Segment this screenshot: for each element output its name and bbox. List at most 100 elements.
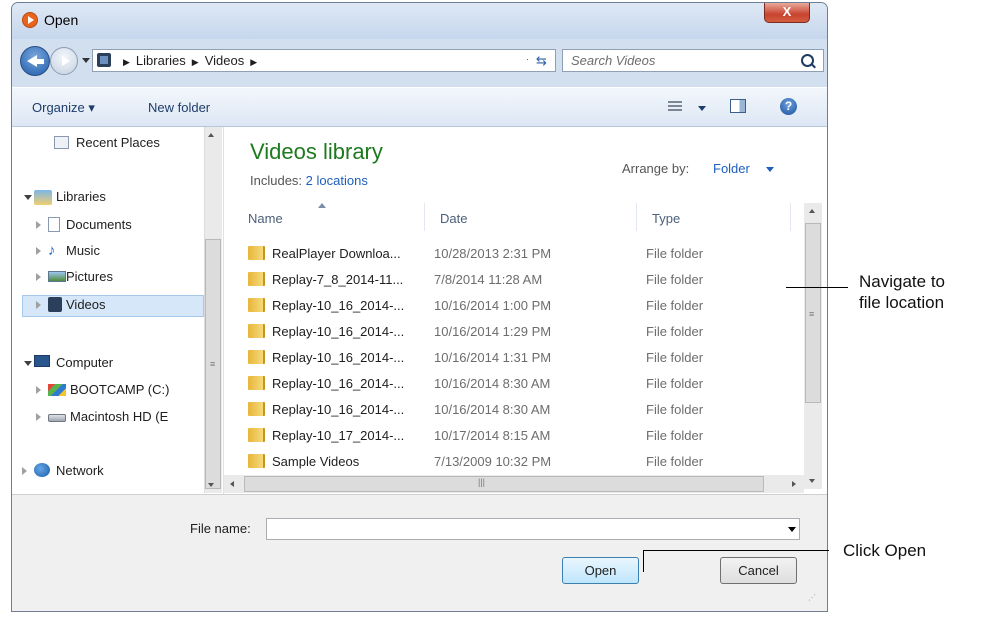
windows-drive-icon [48, 384, 66, 396]
folder-icon [248, 376, 265, 390]
scroll-down-icon[interactable] [208, 483, 214, 487]
resize-grip-icon[interactable]: ⋰ [808, 593, 816, 602]
open-button[interactable]: Open [562, 557, 639, 584]
title-bar: Open X [12, 3, 827, 39]
expand-arrow-icon[interactable] [36, 273, 41, 281]
column-date[interactable]: Date [440, 211, 467, 226]
file-name: Sample Videos [272, 454, 360, 469]
breadcrumb-libraries[interactable]: Libraries [136, 53, 186, 68]
refresh-button[interactable]: ⇆ [528, 49, 556, 72]
file-name: Replay-10_16_2014-... [272, 350, 405, 365]
file-row[interactable]: Replay-7_8_2014-11... 7/8/2014 11:28 AM Fi… [240, 269, 798, 291]
file-name-input[interactable] [266, 518, 800, 540]
sort-ascending-icon [318, 203, 326, 208]
cancel-button[interactable]: Cancel [720, 557, 797, 584]
file-name: Replay-7_8_2014-11... [272, 272, 404, 287]
forward-button[interactable] [50, 47, 78, 75]
folder-icon [248, 402, 265, 416]
file-row[interactable]: Replay-10_16_2014-... 10/16/2014 1:31 PM F… [240, 347, 798, 369]
arrange-by-dropdown[interactable]: Folder [713, 161, 750, 176]
library-includes: Includes: 2 locations [250, 173, 368, 188]
file-type: File folder [646, 376, 704, 391]
file-type: File folder [646, 454, 704, 469]
file-row[interactable]: Sample Videos 7/13/2009 10:32 PM File fold… [240, 451, 798, 473]
folder-icon [248, 272, 265, 286]
file-date: 10/16/2014 1:29 PM [434, 324, 552, 339]
file-date: 10/16/2014 8:30 AM [434, 402, 551, 417]
library-title: Videos library [250, 139, 383, 164]
file-name-dropdown-icon[interactable] [788, 527, 796, 532]
search-placeholder: Search Videos [571, 53, 656, 68]
scroll-down-icon[interactable] [809, 479, 815, 483]
change-view-icon[interactable] [668, 101, 682, 113]
network-icon [34, 463, 50, 477]
callout-navigate: Navigate to file location [859, 272, 945, 312]
libraries-icon [34, 190, 52, 205]
file-row[interactable]: Replay-10_16_2014-... 10/16/2014 8:30 AM F… [240, 373, 798, 395]
pictures-icon [48, 271, 66, 282]
column-divider [636, 203, 637, 231]
expand-arrow-icon[interactable] [36, 247, 41, 255]
locations-link[interactable]: 2 locations [306, 173, 368, 188]
dialog-title: Open [44, 12, 79, 28]
chevron-down-icon[interactable] [766, 167, 774, 172]
file-type: File folder [646, 272, 704, 287]
file-list-pane: Videos library Includes: 2 locations Arr… [223, 127, 827, 494]
column-header-row: Name Date Type [224, 203, 804, 231]
column-name[interactable]: Name [248, 211, 283, 226]
address-bar[interactable]: ▶ Libraries ▶ Videos ▶ [92, 49, 553, 72]
documents-icon [48, 217, 60, 232]
organize-menu-button[interactable]: Organize ▾ [32, 100, 95, 116]
file-date: 10/28/2013 2:31 PM [434, 246, 552, 261]
collapse-arrow-icon[interactable] [24, 195, 32, 200]
scroll-up-icon[interactable] [809, 209, 815, 213]
breadcrumb-videos[interactable]: Videos [205, 53, 245, 68]
file-name-label: File name: [190, 521, 251, 536]
scroll-right-icon[interactable] [792, 481, 796, 487]
horizontal-scroll-thumb[interactable] [244, 476, 764, 492]
scroll-up-icon[interactable] [208, 133, 214, 137]
file-type: File folder [646, 428, 704, 443]
callout-line-open-vertical [643, 550, 644, 572]
folder-icon [248, 454, 265, 468]
breadcrumb: ▶ Libraries ▶ Videos ▶ [123, 53, 258, 68]
file-date: 10/16/2014 8:30 AM [434, 376, 551, 391]
file-row[interactable]: Replay-10_17_2014-... 10/17/2014 8:15 AM F… [240, 425, 798, 447]
file-row[interactable]: Replay-10_16_2014-... 10/16/2014 1:29 PM F… [240, 321, 798, 343]
column-divider [424, 203, 425, 231]
recent-pages-dropdown[interactable] [82, 58, 90, 63]
search-icon[interactable] [801, 54, 814, 67]
view-options-dropdown[interactable] [698, 106, 706, 111]
file-date: 10/16/2014 1:00 PM [434, 298, 552, 313]
scroll-grip-icon: ||| [478, 477, 486, 487]
expand-arrow-icon[interactable] [36, 413, 41, 421]
recent-places-icon [54, 136, 69, 149]
column-type[interactable]: Type [652, 211, 680, 226]
file-row[interactable]: RealPlayer Downloa... 10/28/2013 2:31 PM F… [240, 243, 798, 265]
file-name: Replay-10_17_2014-... [272, 428, 405, 443]
expand-arrow-icon[interactable] [36, 221, 41, 229]
expand-arrow-icon[interactable] [36, 386, 41, 394]
arrange-by-label: Arrange by: [622, 161, 690, 176]
file-date: 10/16/2014 1:31 PM [434, 350, 552, 365]
file-type: File folder [646, 324, 704, 339]
file-name: Replay-10_16_2014-... [272, 298, 405, 313]
file-type: File folder [646, 298, 704, 313]
preview-pane-icon[interactable] [730, 99, 746, 113]
search-input[interactable]: Search Videos [562, 49, 824, 72]
callout-line-navigate [786, 287, 848, 288]
command-bar: Organize ▾ New folder ? [12, 87, 827, 127]
folder-icon [248, 350, 265, 364]
scroll-left-icon[interactable] [230, 481, 234, 487]
folder-icon [248, 428, 265, 442]
file-row[interactable]: Replay-10_16_2014-... 10/16/2014 8:30 AM F… [240, 399, 798, 421]
back-button[interactable] [20, 46, 50, 76]
file-row[interactable]: Replay-10_16_2014-... 10/16/2014 1:00 PM F… [240, 295, 798, 317]
new-folder-button[interactable]: New folder [148, 100, 210, 115]
file-type: File folder [646, 402, 704, 417]
help-icon[interactable]: ? [780, 98, 797, 115]
collapse-arrow-icon[interactable] [24, 361, 32, 366]
expand-arrow-icon[interactable] [22, 467, 27, 475]
close-button[interactable]: X [764, 3, 810, 23]
expand-arrow-icon[interactable] [36, 301, 41, 309]
